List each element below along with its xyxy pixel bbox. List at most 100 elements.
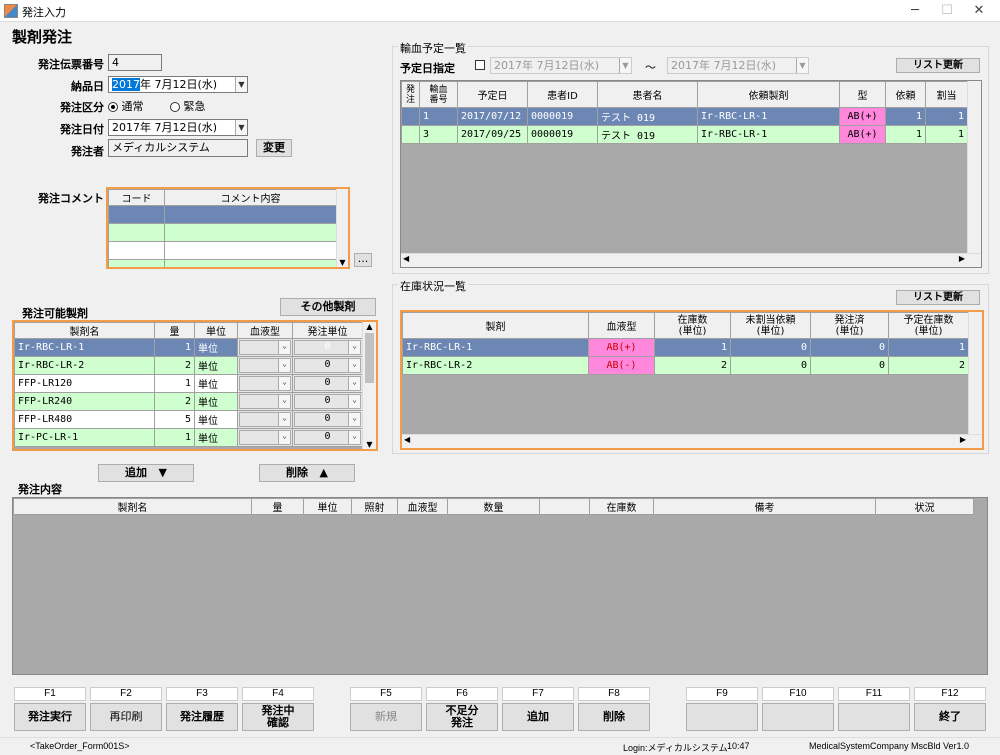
- chevron-right-icon[interactable]: ▶: [959, 254, 965, 263]
- stock-refresh-button[interactable]: リスト更新: [896, 290, 980, 305]
- fkey-button[interactable]: 追加: [502, 703, 574, 731]
- blood-type-select[interactable]: ⌄: [239, 376, 291, 391]
- chevron-down-icon[interactable]: ⌄: [278, 413, 290, 426]
- transfusion-hscroll[interactable]: ◀ ▶: [401, 253, 981, 267]
- fkey-f4[interactable]: F4 発注中確認: [242, 687, 314, 731]
- fkey-button[interactable]: 終了: [914, 703, 986, 731]
- fkey-f11[interactable]: F11: [838, 687, 910, 731]
- date-filter-checkbox[interactable]: [475, 58, 485, 71]
- blood-type-select[interactable]: ⌄: [239, 412, 291, 427]
- table-row[interactable]: [108, 259, 337, 267]
- fkey-button[interactable]: 削除: [578, 703, 650, 731]
- chevron-down-icon[interactable]: ⌄: [278, 431, 290, 444]
- blood-type-select[interactable]: ⌄: [239, 394, 291, 409]
- fkey-f10[interactable]: F10: [762, 687, 834, 731]
- chevron-down-icon[interactable]: ⌄: [348, 341, 360, 354]
- chevron-down-icon[interactable]: ▼: [619, 58, 631, 73]
- chevron-up-icon[interactable]: ▲: [363, 322, 376, 331]
- fkey-f8[interactable]: F8 削除: [578, 687, 650, 731]
- delete-button[interactable]: 削除 ▲: [259, 464, 355, 482]
- comment-more-button[interactable]: ...: [354, 253, 372, 267]
- order-date-picker[interactable]: 2017年 7月12日(水) ▼: [108, 119, 248, 136]
- table-row[interactable]: FFP-LR240 2 単位 ⌄ 0 ⌄: [14, 392, 363, 411]
- fkey-f12[interactable]: F12 終了: [914, 687, 986, 731]
- maximize-icon[interactable]: ☐: [930, 0, 964, 22]
- transfusion-refresh-button[interactable]: リスト更新: [896, 58, 980, 73]
- chevron-down-icon[interactable]: ⌄: [278, 395, 290, 408]
- available-scrollbar[interactable]: ▲ ▼: [362, 322, 376, 449]
- date-from-picker[interactable]: 2017年 7月12日(水) ▼: [490, 57, 632, 74]
- table-row[interactable]: 1 2017/07/12 0000019 テスト 019 Ir-RBC-LR-1…: [401, 107, 968, 126]
- chevron-down-icon[interactable]: ▼: [337, 258, 348, 267]
- radio-normal[interactable]: 通常: [108, 98, 144, 114]
- table-row[interactable]: Ir-RBC-LR-1 1 単位 ⌄ 0 ⌄: [14, 338, 363, 357]
- chevron-down-icon[interactable]: ⌄: [348, 359, 360, 372]
- scroll-thumb[interactable]: [365, 333, 374, 383]
- radio-urgent[interactable]: 緊急: [170, 98, 206, 114]
- chevron-down-icon[interactable]: ⌄: [278, 359, 290, 372]
- add-button[interactable]: 追加 ▼: [98, 464, 194, 482]
- chevron-down-icon[interactable]: ▼: [235, 120, 247, 135]
- blood-type-select[interactable]: ⌄: [239, 358, 291, 373]
- table-row[interactable]: FFP-LR480 5 単位 ⌄ 0 ⌄: [14, 410, 363, 429]
- radio-normal-icon[interactable]: [108, 102, 118, 112]
- chevron-right-icon[interactable]: ▶: [960, 435, 966, 444]
- table-row[interactable]: 3 2017/09/25 0000019 テスト 019 Ir-RBC-LR-1…: [401, 125, 968, 144]
- delivery-date-picker[interactable]: 2017年 7月12日(水) ▼: [108, 76, 248, 93]
- fkey-button[interactable]: 発注中確認: [242, 703, 314, 731]
- fkey-f2[interactable]: F2 再印刷: [90, 687, 162, 731]
- fkey-button[interactable]: [838, 703, 910, 731]
- checkbox-icon[interactable]: [475, 60, 485, 70]
- blood-type-select[interactable]: ⌄: [239, 340, 291, 355]
- chevron-down-icon[interactable]: ⌄: [278, 377, 290, 390]
- fkey-button[interactable]: [686, 703, 758, 731]
- close-icon[interactable]: ✕: [962, 0, 996, 22]
- table-row[interactable]: Ir-PC-LR-1 1 単位 ⌄ 0 ⌄: [14, 428, 363, 447]
- fkey-button[interactable]: 不足分発注: [426, 703, 498, 731]
- fkey-f9[interactable]: F9: [686, 687, 758, 731]
- table-row[interactable]: [108, 223, 337, 242]
- order-unit-select[interactable]: 0 ⌄: [294, 358, 361, 373]
- chevron-down-icon[interactable]: ▼: [796, 58, 808, 73]
- fkey-f5[interactable]: F5 新規: [350, 687, 422, 731]
- fkey-f1[interactable]: F1 発注実行: [14, 687, 86, 731]
- other-products-button[interactable]: その他製剤: [280, 298, 376, 316]
- order-unit-select[interactable]: 0 ⌄: [294, 376, 361, 391]
- radio-urgent-icon[interactable]: [170, 102, 180, 112]
- order-unit-select[interactable]: 0 ⌄: [294, 340, 361, 355]
- table-row[interactable]: FFP-LR120 1 単位 ⌄ 0 ⌄: [14, 374, 363, 393]
- order-unit-select[interactable]: 0 ⌄: [294, 412, 361, 427]
- fkey-button[interactable]: 発注履歴: [166, 703, 238, 731]
- chevron-down-icon[interactable]: ▼: [235, 77, 247, 92]
- chevron-down-icon[interactable]: ⌄: [278, 341, 290, 354]
- table-row[interactable]: Ir-RBC-LR-2 2 単位 ⌄ 0 ⌄: [14, 356, 363, 375]
- table-row[interactable]: Ir-RBC-LR-2 AB(-) 2 0 0 2: [402, 356, 969, 375]
- chevron-down-icon[interactable]: ⌄: [348, 377, 360, 390]
- minimize-icon[interactable]: ─: [898, 0, 932, 22]
- available-grid[interactable]: 製剤名 量 単位 血液型 発注単位 Ir-RBC-LR-1 1 単位 ⌄ 0 ⌄ …: [12, 320, 378, 451]
- blood-type-select[interactable]: ⌄: [239, 430, 291, 445]
- chevron-left-icon[interactable]: ◀: [404, 435, 410, 444]
- table-row[interactable]: [108, 241, 337, 260]
- fkey-button[interactable]: [762, 703, 834, 731]
- fkey-button[interactable]: 発注実行: [14, 703, 86, 731]
- stock-vscroll[interactable]: [968, 312, 982, 448]
- change-orderer-button[interactable]: 変更: [256, 139, 292, 157]
- stock-hscroll[interactable]: ◀ ▶: [402, 434, 982, 448]
- comment-grid[interactable]: コード コメント内容 ▼: [106, 187, 350, 269]
- table-row[interactable]: Ir-RBC-LR-1 AB(+) 1 0 0 1: [402, 338, 969, 357]
- order-content-grid[interactable]: 製剤名 量 単位 照射 血液型 数量 在庫数 備考 状況: [12, 497, 988, 675]
- fkey-f7[interactable]: F7 追加: [502, 687, 574, 731]
- order-unit-select[interactable]: 0 ⌄: [294, 394, 361, 409]
- fkey-button[interactable]: 新規: [350, 703, 422, 731]
- transfusion-grid[interactable]: 発注 輸血 番号 予定日 患者ID 患者名 依頼製剤 型 依頼 割当 1 2017…: [400, 80, 982, 268]
- transfusion-vscroll[interactable]: [967, 81, 981, 267]
- fkey-f3[interactable]: F3 発注履歴: [166, 687, 238, 731]
- date-to-picker[interactable]: 2017年 7月12日(水) ▼: [667, 57, 809, 74]
- chevron-down-icon[interactable]: ⌄: [348, 413, 360, 426]
- fkey-f6[interactable]: F6 不足分発注: [426, 687, 498, 731]
- order-unit-select[interactable]: 0 ⌄: [294, 430, 361, 445]
- chevron-left-icon[interactable]: ◀: [403, 254, 409, 263]
- comment-scrollbar[interactable]: ▼: [336, 189, 348, 267]
- fkey-button[interactable]: 再印刷: [90, 703, 162, 731]
